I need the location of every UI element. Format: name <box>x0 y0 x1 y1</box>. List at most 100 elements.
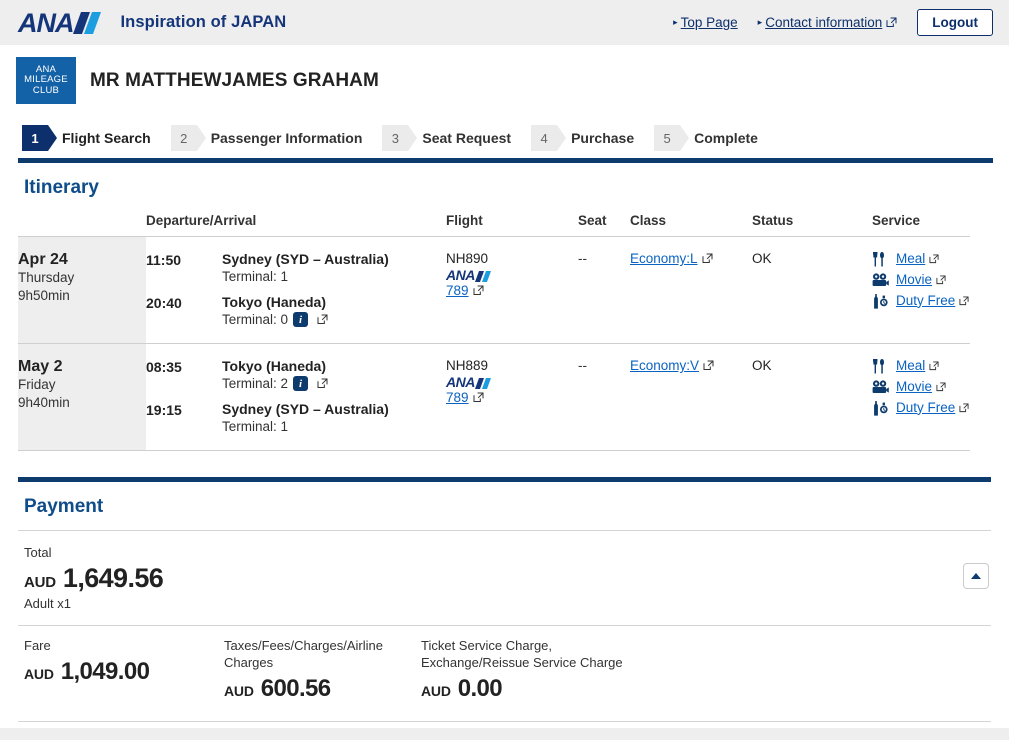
aircraft-type-link[interactable]: 789 <box>446 283 484 298</box>
arrival-airport: Tokyo (Haneda) <box>222 294 326 310</box>
triangle-bullet-icon: ▸ <box>757 17 763 27</box>
step-number-4: 4 <box>531 125 567 151</box>
step-label-5: Complete <box>694 130 758 146</box>
column-header-date <box>18 209 146 237</box>
ana-logo[interactable]: ANA Inspiration of JAPAN <box>18 9 287 36</box>
service-meal-label: Meal <box>896 251 926 266</box>
footer-strip <box>0 727 1009 740</box>
ana-airline-logo: ANA <box>446 375 578 389</box>
class-cell: Economy:V <box>630 343 752 451</box>
ana-slash-icon <box>72 11 101 34</box>
payment-breakdown: Fare AUD 1,049.00 Taxes/Fees/Charges/Air… <box>0 626 1009 721</box>
status-value: OK <box>752 236 872 344</box>
top-page-link-label: Top Page <box>680 15 738 30</box>
step-complete[interactable]: 5 Complete <box>654 125 758 151</box>
external-link-icon <box>703 360 714 371</box>
departure-arrival-cell: 08:35 Tokyo (Haneda) Terminal: 2 i 19:15… <box>146 343 446 451</box>
breakdown-service-charge: Ticket Service Charge, Exchange/Reissue … <box>421 638 651 705</box>
step-label-4: Purchase <box>571 130 635 146</box>
service-meal[interactable]: Meal <box>872 358 970 375</box>
external-link-icon <box>936 275 946 285</box>
arrival-airport: Sydney (SYD – Australia) <box>222 401 389 417</box>
external-link-icon <box>936 382 946 392</box>
class-link[interactable]: Economy:V <box>630 358 714 373</box>
column-header-status: Status <box>752 209 872 237</box>
service-cell: Meal Movie Duty Free <box>872 343 970 451</box>
flight-weekday: Thursday <box>18 270 75 285</box>
departure-terminal: Terminal: 2 <box>222 376 289 391</box>
table-row: Apr 24 Thursday 9h50min 11:50 Sydney (SY… <box>18 236 970 344</box>
arrival-time: 19:15 <box>146 402 182 418</box>
step-flight-search[interactable]: 1 Flight Search <box>22 125 151 151</box>
breakdown-taxes: Taxes/Fees/Charges/Airline Charges AUD 6… <box>224 638 421 705</box>
departure-arrival-cell: 11:50 Sydney (SYD – Australia) Terminal:… <box>146 236 446 344</box>
service-duty-free-link: Duty Free <box>896 293 969 310</box>
service-meal[interactable]: Meal <box>872 251 970 268</box>
total-amount: AUD 1,649.56 <box>24 563 991 594</box>
meal-icon <box>872 251 890 267</box>
status-value: OK <box>752 343 872 451</box>
step-indicator: 1 Flight Search 2 Passenger Information … <box>0 114 1009 156</box>
arrival-leg: 20:40 Tokyo (Haneda) Terminal: 0 i <box>146 294 446 327</box>
contact-information-link[interactable]: ▸ Contact information <box>758 15 898 30</box>
aircraft-type-label: 789 <box>446 390 469 405</box>
external-link-icon <box>473 285 484 296</box>
flight-date-cell: May 2 Friday 9h40min <box>18 343 146 451</box>
service-movie[interactable]: Movie <box>872 272 970 289</box>
service-charge-amount: AUD 0.00 <box>421 675 651 703</box>
top-nav: ▸ Top Page ▸ Contact information Logout <box>673 9 993 36</box>
ana-logo-mark: ANA <box>18 9 101 36</box>
external-link-icon[interactable] <box>317 378 328 389</box>
step-number-1: 1 <box>22 125 57 151</box>
itinerary-header-row: Departure/Arrival Flight Seat Class Stat… <box>18 209 970 237</box>
flight-duration: 9h50min <box>18 288 70 304</box>
arrival-leg: 19:15 Sydney (SYD – Australia) Terminal:… <box>146 401 446 434</box>
member-name: MR MATTHEWJAMES GRAHAM <box>90 69 379 91</box>
service-duty-free[interactable]: Duty Free <box>872 400 970 417</box>
service-duty-free[interactable]: Duty Free <box>872 293 970 310</box>
step-label-2: Passenger Information <box>210 130 363 146</box>
external-link-icon <box>702 253 713 264</box>
fare-label: Fare <box>24 638 51 653</box>
contact-information-link-label: Contact information <box>765 15 883 30</box>
step-passenger-information[interactable]: 2 Passenger Information <box>170 125 363 151</box>
flight-date: Apr 24 <box>18 251 68 268</box>
ana-mileage-club-badge: ANA MILEAGE CLUB <box>16 57 76 104</box>
chevron-up-icon <box>971 573 981 579</box>
service-movie-link: Movie <box>896 272 946 289</box>
payment-title: Payment <box>24 496 104 517</box>
step-purchase[interactable]: 4 Purchase <box>531 125 634 151</box>
passenger-count: Adult x1 <box>24 596 71 611</box>
terminal-info-icon[interactable]: i <box>293 376 309 391</box>
fare-currency: AUD <box>24 665 54 682</box>
terminal-info-icon[interactable]: i <box>293 312 309 327</box>
payment-collapse-button[interactable] <box>963 563 989 589</box>
member-bar: ANA MILEAGE CLUB MR MATTHEWJAMES GRAHAM <box>0 45 1009 114</box>
service-charge-currency: AUD <box>421 682 451 699</box>
column-header-class: Class <box>630 209 752 237</box>
step-label-3: Seat Request <box>422 130 512 146</box>
column-header-flight: Flight <box>446 209 578 237</box>
aircraft-type-link[interactable]: 789 <box>446 390 484 405</box>
external-link-icon[interactable] <box>317 314 328 325</box>
step-number-5: 5 <box>654 125 690 151</box>
service-duty-free-link: Duty Free <box>896 400 969 417</box>
external-link-icon <box>886 17 897 28</box>
brand-tagline: Inspiration of JAPAN <box>120 13 287 31</box>
service-movie[interactable]: Movie <box>872 379 970 396</box>
flight-duration: 9h40min <box>18 395 70 411</box>
departure-airport: Tokyo (Haneda) <box>222 358 326 374</box>
arrival-terminal-row: Terminal: 0 i <box>222 312 328 327</box>
arrival-terminal: Terminal: 0 <box>222 312 289 327</box>
step-seat-request[interactable]: 3 Seat Request <box>382 125 511 151</box>
column-header-departure-arrival: Departure/Arrival <box>146 209 446 237</box>
departure-time: 08:35 <box>146 359 182 375</box>
ana-airline-logo: ANA <box>446 268 578 282</box>
badge-line-3: CLUB <box>32 84 60 96</box>
flight-date-cell: Apr 24 Thursday 9h50min <box>18 236 146 344</box>
class-link[interactable]: Economy:L <box>630 251 713 266</box>
top-page-link[interactable]: ▸ Top Page <box>673 15 738 30</box>
service-charge-label: Ticket Service Charge, Exchange/Reissue … <box>421 638 623 670</box>
itinerary-title: Itinerary <box>24 177 99 198</box>
logout-button[interactable]: Logout <box>917 9 993 36</box>
